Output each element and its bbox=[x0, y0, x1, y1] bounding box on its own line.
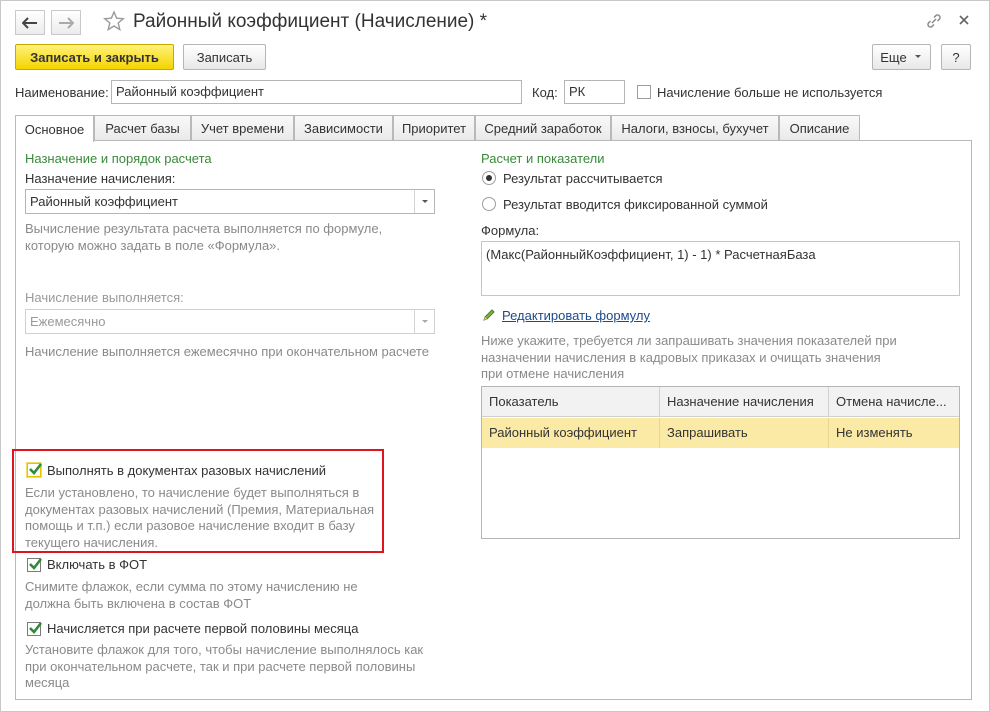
purpose-label: Назначение начисления: bbox=[25, 171, 176, 186]
radio-fixed-label: Результат вводится фиксированной суммой bbox=[503, 197, 768, 212]
purpose-select[interactable]: Районный коэффициент bbox=[25, 189, 435, 214]
tab-priority[interactable]: Приоритет bbox=[393, 115, 475, 141]
tab-base-calc[interactable]: Расчет базы bbox=[94, 115, 191, 141]
tab-dependencies[interactable]: Зависимости bbox=[294, 115, 393, 141]
one-time-label: Выполнять в документах разовых начислени… bbox=[47, 463, 327, 478]
one-time-checkbox[interactable] bbox=[26, 462, 43, 478]
one-time-hint: Если установлено, то начисление будет вы… bbox=[25, 485, 375, 550]
table-cell-cancel[interactable]: Не изменять bbox=[829, 418, 959, 448]
column-header-indicator[interactable]: Показатель bbox=[482, 387, 660, 417]
formula-field[interactable]: (Макс(РайонныйКоэффициент, 1) - 1) * Рас… bbox=[481, 241, 960, 296]
schedule-value: Ежемесячно bbox=[30, 314, 106, 329]
first-half-checkbox[interactable] bbox=[27, 622, 43, 636]
arrow-left-icon bbox=[22, 16, 37, 29]
tab-average-earnings[interactable]: Средний заработок bbox=[475, 115, 611, 141]
schedule-label: Начисление выполняется: bbox=[25, 290, 184, 305]
form-window: Районный коэффициент (Начисление) * Запи… bbox=[0, 0, 990, 712]
radio-calculated[interactable] bbox=[482, 171, 496, 185]
purpose-value: Районный коэффициент bbox=[30, 194, 178, 209]
pencil-icon bbox=[483, 309, 495, 321]
radio-fixed[interactable] bbox=[482, 197, 496, 211]
link-icon[interactable] bbox=[925, 12, 943, 30]
name-field[interactable]: Районный коэффициент bbox=[111, 80, 522, 104]
star-icon[interactable] bbox=[103, 10, 125, 32]
close-icon[interactable] bbox=[957, 13, 971, 27]
radio-calculated-label: Результат рассчитывается bbox=[503, 171, 663, 186]
checkmark-icon bbox=[29, 622, 43, 634]
purpose-hint: Вычисление результата расчета выполняетс… bbox=[25, 221, 383, 253]
checkmark-icon bbox=[29, 463, 43, 475]
column-header-assignment[interactable]: Назначение начисления bbox=[660, 387, 829, 417]
forward-button[interactable] bbox=[51, 10, 81, 35]
edit-formula-link[interactable]: Редактировать формулу bbox=[502, 308, 650, 323]
group-title-purpose: Назначение и порядок расчета bbox=[25, 151, 212, 166]
fot-checkbox[interactable] bbox=[27, 558, 43, 572]
back-button[interactable] bbox=[15, 10, 45, 35]
code-label: Код: bbox=[532, 85, 558, 100]
schedule-hint: Начисление выполняется ежемесячно при ок… bbox=[25, 344, 429, 359]
fot-hint: Снимите флажок, если сумма по этому начи… bbox=[25, 579, 358, 611]
code-field[interactable]: РК bbox=[564, 80, 625, 104]
tab-time-tracking[interactable]: Учет времени bbox=[191, 115, 294, 141]
table-cell-assignment[interactable]: Запрашивать bbox=[660, 418, 829, 448]
tab-main[interactable]: Основное bbox=[15, 115, 94, 142]
first-half-label: Начисляется при расчете первой половины … bbox=[47, 621, 359, 636]
schedule-select[interactable]: Ежемесячно bbox=[25, 309, 435, 334]
dropdown-arrow-icon[interactable] bbox=[414, 310, 434, 333]
dropdown-arrow-icon[interactable] bbox=[414, 190, 434, 213]
chevron-down-icon bbox=[914, 55, 921, 58]
group-title-calculation: Расчет и показатели bbox=[481, 151, 605, 166]
fot-label: Включать в ФОТ bbox=[47, 557, 148, 572]
formula-label: Формула: bbox=[481, 223, 540, 238]
save-and-close-button[interactable]: Записать и закрыть bbox=[15, 44, 174, 70]
column-header-cancel[interactable]: Отмена начисле... bbox=[829, 387, 959, 417]
name-label: Наименование: bbox=[15, 85, 109, 100]
tab-description[interactable]: Описание bbox=[779, 115, 860, 141]
help-button[interactable]: ? bbox=[941, 44, 971, 70]
tab-taxes[interactable]: Налоги, взносы, бухучет bbox=[611, 115, 779, 141]
indicators-hint: Ниже укажите, требуется ли запрашивать з… bbox=[481, 333, 897, 381]
table-cell-indicator[interactable]: Районный коэффициент bbox=[482, 418, 660, 448]
checkmark-icon bbox=[29, 558, 43, 570]
indicators-table: Показатель Назначение начисления Отмена … bbox=[481, 386, 960, 539]
window-title: Районный коэффициент (Начисление) * bbox=[133, 11, 488, 32]
arrow-right-icon bbox=[59, 16, 74, 29]
unused-label: Начисление больше не используется bbox=[657, 85, 883, 100]
first-half-hint: Установите флажок для того, чтобы начисл… bbox=[25, 642, 424, 690]
save-button[interactable]: Записать bbox=[183, 44, 266, 70]
more-label: Еще bbox=[880, 49, 907, 65]
more-button[interactable]: Еще bbox=[872, 44, 931, 70]
unused-checkbox[interactable] bbox=[637, 85, 651, 99]
